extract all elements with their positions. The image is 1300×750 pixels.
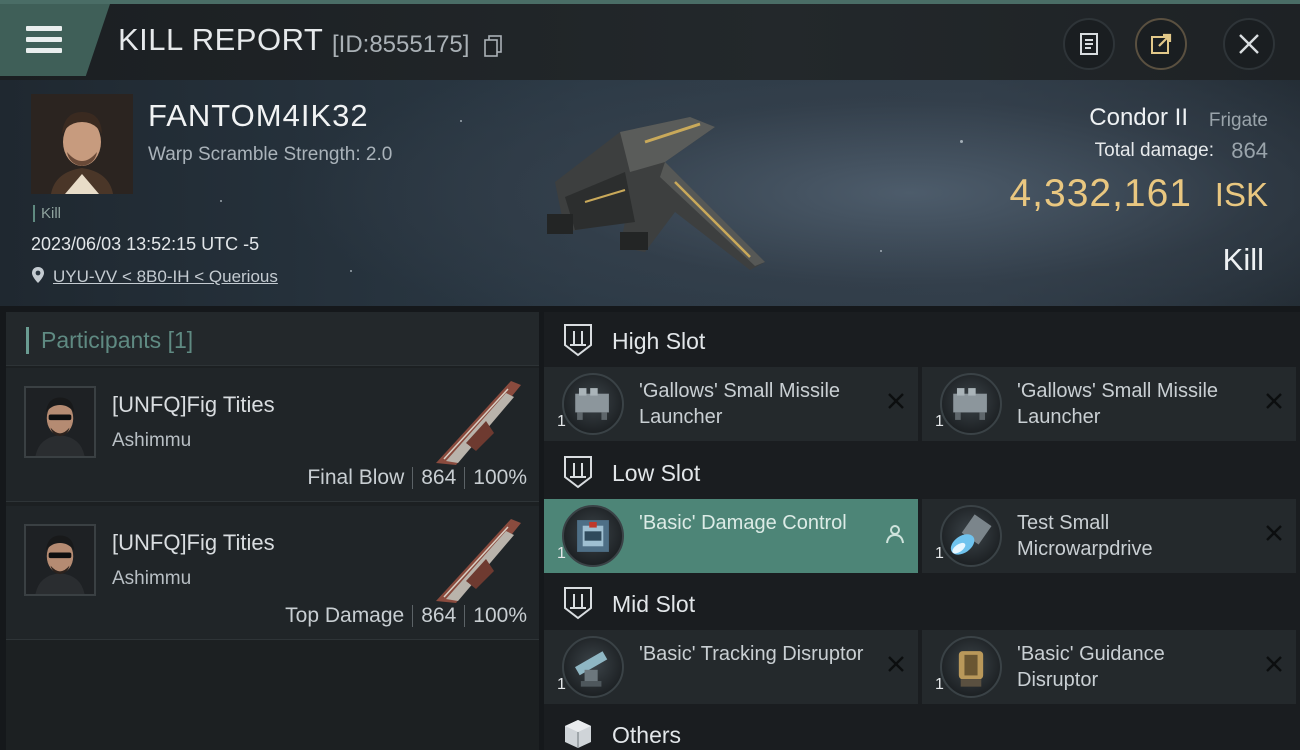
participant-stats: Top Damage 864 100% [285,604,527,628]
close-x-icon[interactable] [886,391,906,411]
module-quantity: 1 [557,676,566,693]
participant-avatar[interactable] [24,386,96,458]
participant-role: Final Blow [307,466,405,489]
participant-percent: 100% [473,466,527,489]
module-name: Test Small Microwarpdrive [1017,512,1153,560]
participant-avatar[interactable] [24,524,96,596]
mid-slot-header: Mid Slot [544,578,1300,628]
participant-ship: Ashimmu [112,430,192,451]
low-slot-header: Low Slot [544,447,1300,497]
module-item[interactable]: 1 Test Small Microwarpdrive [922,499,1296,573]
participant-damage: 864 [421,466,457,489]
participants-panel: Participants [1] [UNFQ]Fig Tities Ashimm… [6,312,539,750]
slot-icon [564,324,592,357]
module-quantity: 1 [935,545,944,562]
victim-portrait[interactable] [31,94,133,194]
isk-unit: ISK [1214,176,1268,213]
page-title: KILL REPORT [118,22,324,57]
victim-ship-image[interactable] [525,102,785,282]
module-name: 'Gallows' Small Missile Launcher [1017,380,1219,428]
slot-icon [564,456,592,489]
participants-title: Participants [1] [26,327,193,354]
total-damage-label: Total damage: [1094,140,1214,161]
participant-role: Top Damage [285,604,405,627]
participants-header: Participants [1] [6,312,539,366]
module-item[interactable]: 1 'Basic' Guidance Disruptor [922,630,1296,704]
module-name: 'Basic' Tracking Disruptor [639,643,864,665]
participant-name[interactable]: [UNFQ]Fig Tities [112,530,275,556]
participant-row[interactable]: [UNFQ]Fig Tities Ashimmu Top Damage 864 … [6,506,539,640]
close-x-icon[interactable] [1264,654,1284,674]
participant-ship-image[interactable] [426,511,526,607]
missile-launcher-icon [940,373,1002,435]
box-icon [565,720,591,748]
isk-value: 4,332,161 [1009,172,1192,215]
victim-ship-name[interactable]: Condor II [1089,104,1188,132]
module-quantity: 1 [935,413,944,430]
participant-name[interactable]: [UNFQ]Fig Tities [112,392,275,418]
module-quantity: 1 [557,413,566,430]
close-icon [1239,34,1259,54]
victim-pilot-name[interactable]: FANTOM4IK32 [148,98,369,134]
damage-control-icon [562,505,624,567]
missile-launcher-icon [562,373,624,435]
menu-button[interactable] [0,4,110,76]
slot-icon [564,587,592,620]
kill-tag: Kill [33,205,61,222]
kill-location-link[interactable]: UYU-VV < 8B0-IH < Querious [53,267,278,287]
total-damage-value: 864 [1231,138,1268,163]
victim-summary: FANTOM4IK32 Warp Scramble Strength: 2.0 … [0,80,1300,306]
high-slot-header: High Slot [544,315,1300,365]
participant-stats: Final Blow 864 100% [307,466,527,490]
close-x-icon[interactable] [886,654,906,674]
user-icon[interactable] [884,523,906,545]
microwarpdrive-icon [940,505,1002,567]
menu-icon [26,26,62,54]
module-name: 'Basic' Guidance Disruptor [1017,643,1165,691]
victim-ship-class: Frigate [1208,110,1268,131]
location-pin-icon [32,267,44,283]
low-slot-label: Low Slot [612,460,701,486]
module-item-selected[interactable]: 1 'Basic' Damage Control [544,499,918,573]
participant-ship: Ashimmu [112,568,192,589]
warp-scramble-strength: Warp Scramble Strength: 2.0 [148,144,393,165]
participant-damage: 864 [421,604,457,627]
close-x-icon[interactable] [1264,523,1284,543]
tracking-disruptor-icon [562,636,624,698]
participants-count: [1] [167,327,194,353]
module-item[interactable]: 1 'Gallows' Small Missile Launcher [544,367,918,441]
module-name: 'Gallows' Small Missile Launcher [639,380,841,428]
clipboard-icon [1080,33,1098,55]
header-bar: KILL REPORT [ID:8555175] [0,4,1300,80]
module-quantity: 1 [557,545,566,562]
module-item[interactable]: 1 'Basic' Tracking Disruptor [544,630,918,704]
others-label: Others [612,722,682,748]
guidance-disruptor-icon [940,636,1002,698]
kill-result: Kill [1222,242,1264,277]
participant-percent: 100% [473,604,527,627]
high-slot-label: High Slot [612,328,706,354]
mid-slot-label: Mid Slot [612,591,696,617]
close-x-icon[interactable] [1264,391,1284,411]
kill-datetime: 2023/06/03 13:52:15 UTC -5 [31,234,260,254]
participant-ship-image[interactable] [426,373,526,469]
report-id: [ID:8555175] [332,31,470,58]
share-icon [1151,33,1172,54]
copy-icon[interactable] [484,35,502,57]
module-quantity: 1 [935,676,944,693]
share-button[interactable] [1135,18,1187,70]
clipboard-button[interactable] [1063,18,1115,70]
close-button[interactable] [1223,18,1275,70]
module-item[interactable]: 1 'Gallows' Small Missile Launcher [922,367,1296,441]
module-name: 'Basic' Damage Control [639,512,847,534]
participants-title-text: Participants [41,327,162,353]
fitting-panel: High Slot 1 'Gallows' Small Missile Laun… [544,312,1300,750]
participant-row[interactable]: [UNFQ]Fig Tities Ashimmu Final Blow 864 … [6,368,539,502]
others-header: Others [544,709,1300,750]
